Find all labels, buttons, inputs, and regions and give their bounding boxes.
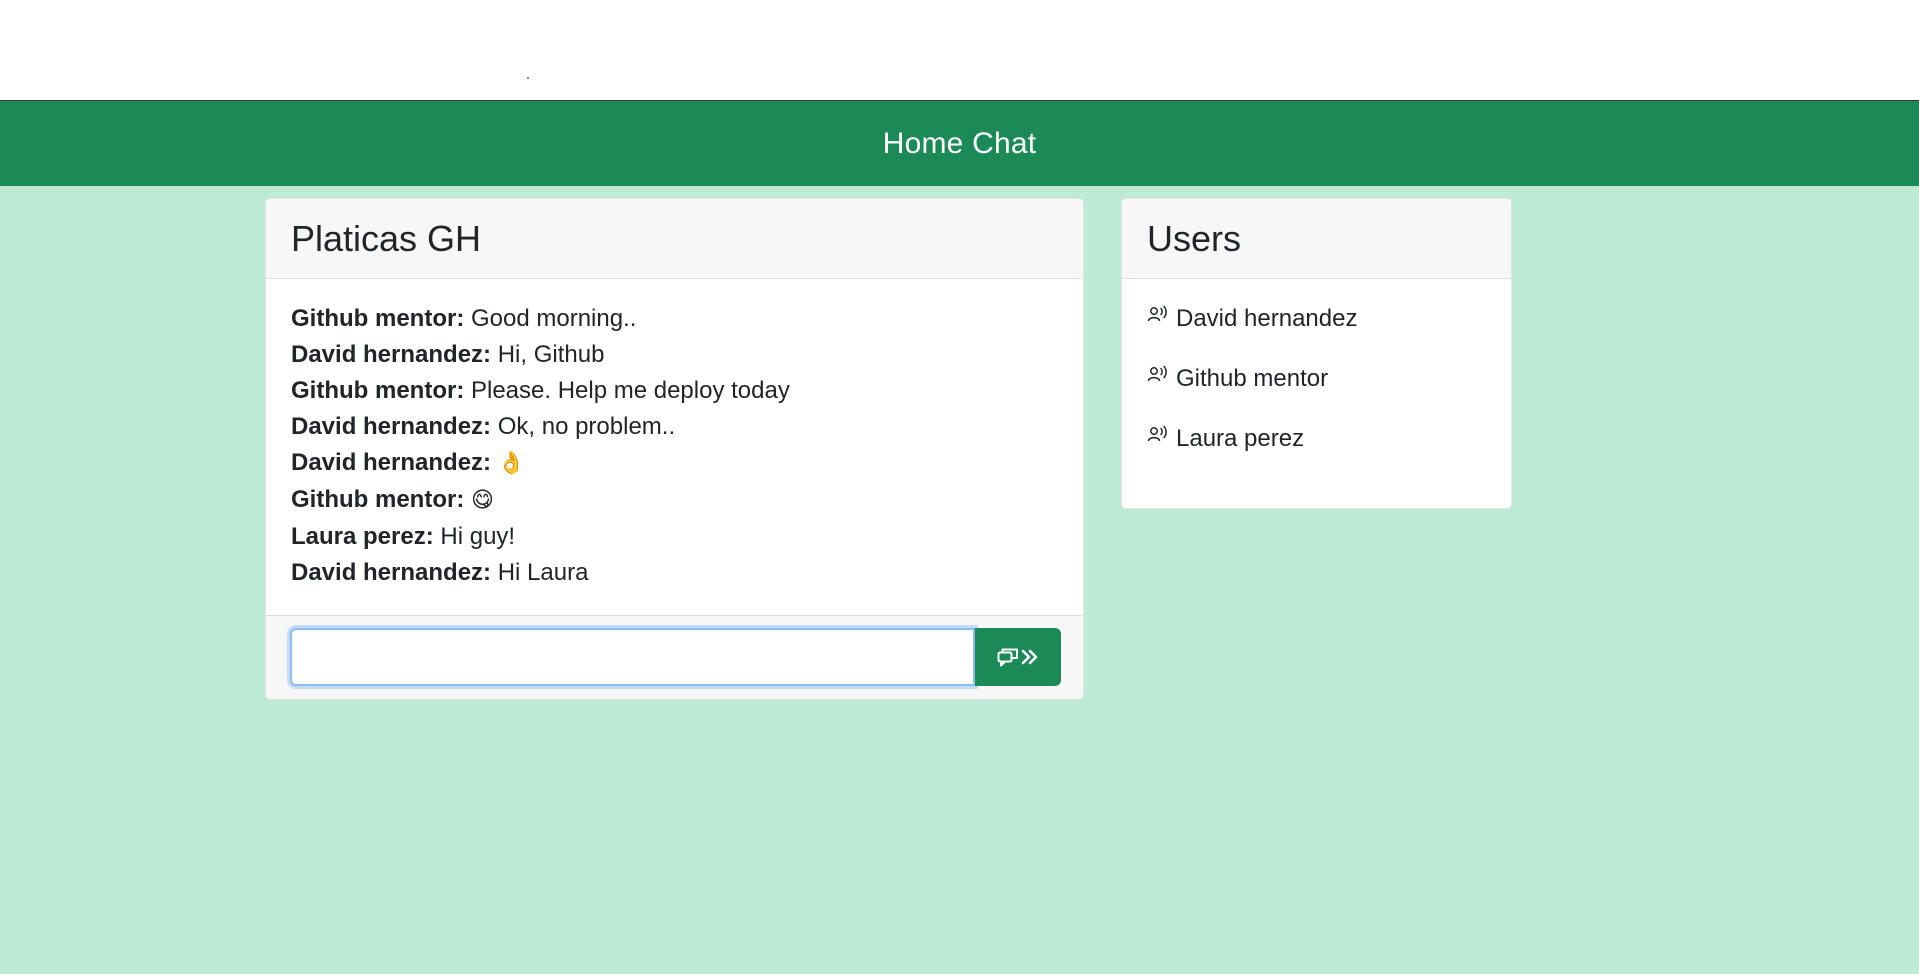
message-author: Github mentor: xyxy=(291,486,465,513)
message-author: David hernandez: xyxy=(291,559,492,586)
chevron-double-right-icon xyxy=(1021,648,1039,666)
message-text: Good morning.. xyxy=(470,305,637,332)
users-card: Users David hernandez Github mentor Laur… xyxy=(1121,198,1512,509)
chat-card: Platicas GH Github mentor: Good morning.… xyxy=(265,198,1084,700)
users-title: Users xyxy=(1147,217,1242,259)
top-blank-area xyxy=(0,0,1919,100)
message-input[interactable] xyxy=(290,628,975,686)
user-item-laura-perez[interactable]: Laura perez xyxy=(1147,421,1486,457)
user-name: Laura perez xyxy=(1176,425,1305,452)
message-item: David hernandez: Hi Laura xyxy=(291,555,1058,591)
message-author: Github mentor: xyxy=(291,377,465,404)
message-item: David hernandez: Hi, Github xyxy=(291,337,1058,373)
message-item: David hernandez: 👌 xyxy=(291,445,1058,482)
person-voice-icon xyxy=(1147,425,1169,447)
user-item-david-hernandez[interactable]: David hernandez xyxy=(1147,301,1486,337)
chat-room-title: Platicas GH xyxy=(291,217,482,259)
chat-card-header: Platicas GH xyxy=(266,199,1083,279)
ok-hand-emoji: 👌 xyxy=(497,451,526,476)
message-author: Laura perez: xyxy=(291,523,434,550)
navbar-title[interactable]: Home Chat xyxy=(883,127,1037,161)
message-item: Github mentor: Good morning.. xyxy=(291,301,1058,337)
message-author: Github mentor: xyxy=(291,305,465,332)
message-author: David hernandez: xyxy=(291,341,492,368)
message-list: Github mentor: Good morning.. David hern… xyxy=(266,279,1083,616)
users-card-header: Users xyxy=(1122,199,1511,279)
stray-dot xyxy=(527,77,529,79)
message-text: Hi Laura xyxy=(497,559,589,586)
user-name: David hernandez xyxy=(1176,305,1358,332)
message-text: Please. Help me deploy today xyxy=(470,377,790,404)
message-author: David hernandez: xyxy=(291,449,492,476)
message-item: Laura perez: Hi guy! xyxy=(291,519,1058,555)
person-voice-icon xyxy=(1147,305,1169,327)
send-button[interactable] xyxy=(975,628,1061,686)
person-voice-icon xyxy=(1147,365,1169,387)
user-item-github-mentor[interactable]: Github mentor xyxy=(1147,361,1486,397)
chat-footer xyxy=(266,615,1083,699)
message-author: David hernandez: xyxy=(291,413,492,440)
user-name: Github mentor xyxy=(1176,365,1329,392)
message-item: Github mentor: Please. Help me deploy to… xyxy=(291,373,1058,409)
message-item: David hernandez: Ok, no problem.. xyxy=(291,409,1058,445)
chat-icon xyxy=(997,647,1019,667)
message-text: Hi guy! xyxy=(440,523,516,550)
message-text: Ok, no problem.. xyxy=(497,413,676,440)
users-list: David hernandez Github mentor Laura pere… xyxy=(1122,279,1511,457)
message-item: Github mentor: 😋 xyxy=(291,482,1058,519)
message-text: Hi, Github xyxy=(497,341,605,368)
navbar: Home Chat xyxy=(0,100,1919,186)
yum-face-emoji: 😋 xyxy=(470,488,494,513)
